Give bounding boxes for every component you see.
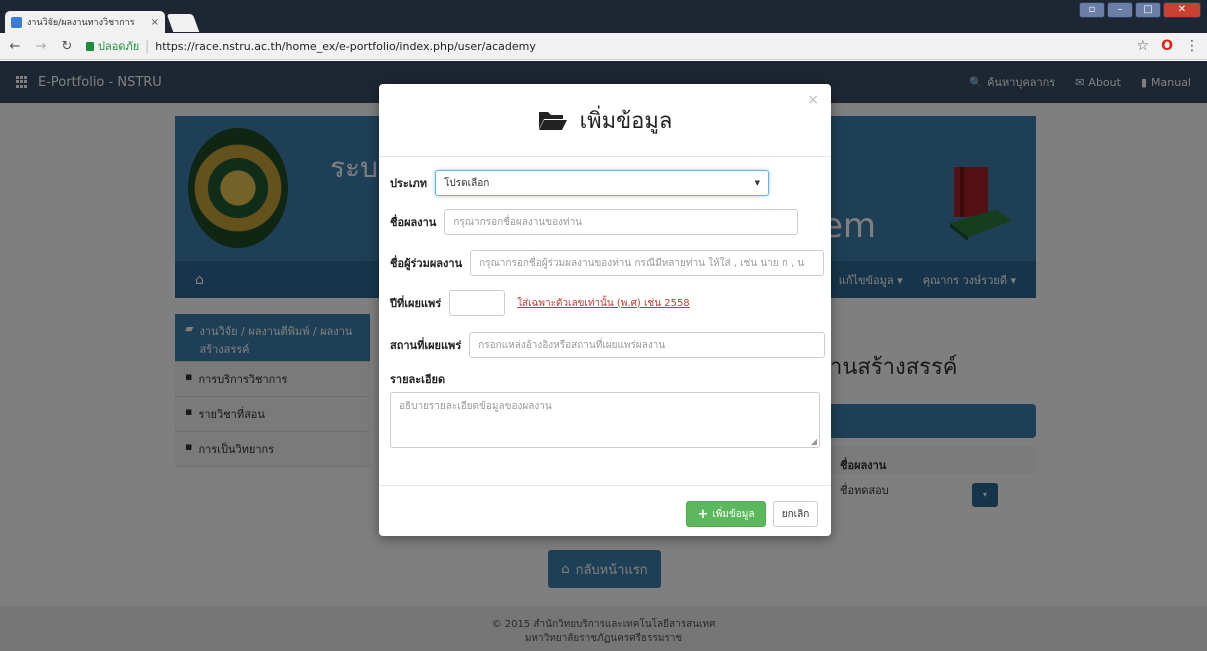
- coauthor-row: ชื่อผู้ร่วมผลงาน กรุณากรอกชื่อผู้ร่วมผลง…: [390, 250, 825, 276]
- year-label: ปีที่เผยแพร่: [390, 297, 442, 310]
- bookmark-star-icon[interactable]: ☆: [1137, 38, 1150, 54]
- reload-icon[interactable]: ↻: [60, 39, 74, 54]
- year-row: ปีที่เผยแพร่ ใส่เฉพาะตัวเลขเท่านั้น (พ.ศ…: [390, 290, 690, 316]
- window-controls: ▫ – □ ✕: [1079, 2, 1201, 18]
- cancel-label: ยกเลิก: [781, 508, 810, 520]
- detail-label: รายละเอียด: [390, 373, 446, 386]
- coauthor-placeholder: กรุณากรอกชื่อผู้ร่วมผลงานของท่าน กรณีมีห…: [479, 257, 805, 269]
- modal-title: เพิ่มข้อมูล: [579, 108, 673, 134]
- add-data-label: เพิ่มข้อมูล: [712, 508, 755, 520]
- add-data-button[interactable]: + เพิ่มข้อมูล: [686, 501, 766, 527]
- publish-place-placeholder: กรอกแหล่งอ้างอิงหรือสถานที่เผยแพร่ผลงาน: [478, 339, 666, 351]
- new-tab-button[interactable]: [166, 14, 200, 32]
- modal-header: เพิ่มข้อมูล ×: [379, 84, 831, 157]
- detail-textarea[interactable]: อธิบายรายละเอียดข้อมูลของผลงาน ◢: [390, 392, 820, 448]
- detail-row: รายละเอียด: [390, 370, 453, 388]
- close-window-button[interactable]: ✕: [1163, 2, 1201, 18]
- place-label: สถานที่เผยแพร่: [390, 339, 462, 352]
- back-icon[interactable]: ←: [8, 39, 22, 54]
- secure-label: ปลอดภัย: [98, 40, 140, 53]
- name-row: ชื่อผลงาน กรุณากรอกชื่อผลงานของท่าน: [390, 209, 799, 235]
- address-bar: ← → ↻ ปลอดภัย | https://race.nstru.ac.th…: [0, 33, 1207, 60]
- coauthor-label: ชื่อผู้ร่วมผลงาน: [390, 257, 463, 270]
- year-input[interactable]: [449, 290, 506, 316]
- browser-tabbar: งานวิจัย/ผลงานทางวิชาการ × ▫ – □ ✕: [0, 0, 1207, 33]
- tab-close-icon[interactable]: ×: [151, 17, 159, 28]
- type-row: ประเภท โปรดเลือก ▼: [390, 170, 770, 196]
- select-arrow-icon: ▼: [754, 179, 761, 187]
- minimize-button[interactable]: –: [1107, 2, 1133, 18]
- restore-window-button[interactable]: ▫: [1079, 2, 1105, 18]
- forward-icon[interactable]: →: [34, 39, 48, 54]
- type-select[interactable]: โปรดเลือก ▼: [435, 170, 770, 196]
- work-name-placeholder: กรุณากรอกชื่อผลงานของท่าน: [453, 216, 583, 228]
- plus-icon: +: [697, 506, 709, 522]
- resize-grip-icon[interactable]: ◢: [811, 437, 817, 446]
- tab-title: งานวิจัย/ผลงานทางวิชาการ: [27, 18, 135, 28]
- maximize-button[interactable]: □: [1135, 2, 1161, 18]
- browser-tab[interactable]: งานวิจัย/ผลงานทางวิชาการ ×: [5, 11, 165, 33]
- site-favicon-icon: [11, 16, 22, 28]
- type-select-value: โปรดเลือก: [444, 177, 490, 189]
- name-label: ชื่อผลงาน: [390, 216, 437, 229]
- modal-close-icon[interactable]: ×: [807, 92, 819, 108]
- browser-menu-icon[interactable]: ⋮: [1185, 38, 1199, 54]
- place-row: สถานที่เผยแพร่ กรอกแหล่งอ้างอิงหรือสถานท…: [390, 332, 826, 358]
- modal-footer: + เพิ่มข้อมูล ยกเลิก: [379, 485, 831, 536]
- lock-icon: [86, 41, 94, 51]
- folder-open-icon: [538, 112, 567, 130]
- year-hint: ใส่เฉพาะตัวเลขเท่านั้น (พ.ศ) เช่น 2558: [517, 297, 690, 309]
- cancel-button[interactable]: ยกเลิก: [773, 501, 818, 527]
- coauthor-input[interactable]: กรุณากรอกชื่อผู้ร่วมผลงานของท่าน กรณีมีห…: [470, 250, 825, 276]
- type-label: ประเภท: [390, 177, 428, 190]
- detail-placeholder: อธิบายรายละเอียดข้อมูลของผลงาน: [399, 401, 552, 412]
- url-field[interactable]: https://race.nstru.ac.th/home_ex/e-portf…: [155, 40, 1136, 53]
- work-name-input[interactable]: กรุณากรอกชื่อผลงานของท่าน: [444, 209, 799, 235]
- publish-place-input[interactable]: กรอกแหล่งอ้างอิงหรือสถานที่เผยแพร่ผลงาน: [469, 332, 826, 358]
- address-separator: |: [145, 39, 150, 53]
- opera-extension-icon[interactable]: O: [1161, 38, 1173, 54]
- add-data-modal: เพิ่มข้อมูล × ประเภท โปรดเลือก ▼ ชื่อผลง…: [379, 84, 831, 536]
